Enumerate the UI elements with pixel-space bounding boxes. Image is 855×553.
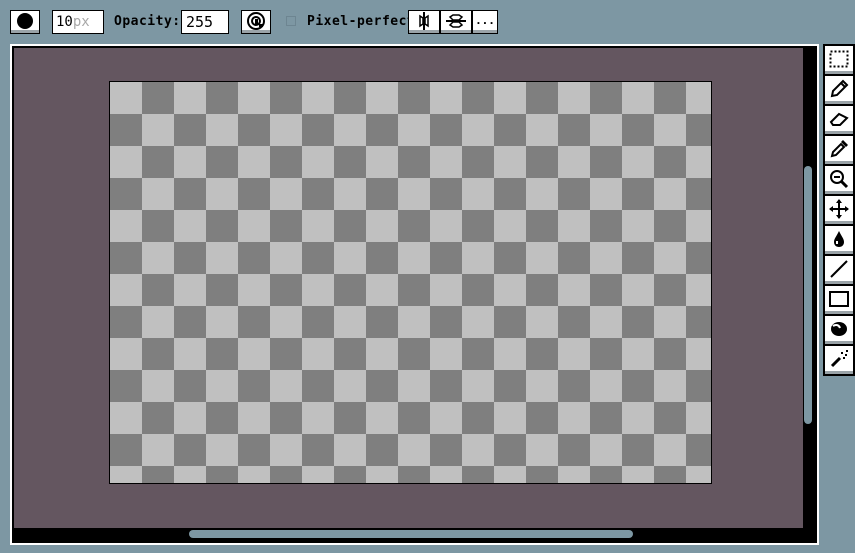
tool-line[interactable] (825, 256, 853, 284)
eraser-icon (829, 112, 849, 126)
line-icon (830, 259, 848, 278)
symmetry-horizontal-button[interactable] (440, 10, 472, 34)
circle-brush-icon (17, 12, 33, 29)
ink-icon (247, 11, 265, 30)
rectangle-icon (829, 290, 849, 307)
canvas-area[interactable] (14, 48, 804, 530)
zoom-icon (830, 169, 849, 188)
paint-bucket-icon (834, 230, 844, 247)
sprite-canvas[interactable] (109, 81, 712, 484)
more-label: ... (475, 14, 495, 27)
vertical-scroll-thumb[interactable] (804, 166, 812, 424)
brush-type-button[interactable] (10, 10, 40, 34)
tool-marquee[interactable] (825, 46, 853, 74)
move-icon (829, 198, 849, 219)
tool-ellipse[interactable] (825, 316, 853, 344)
pixel-perfect-label: Pixel-perfect (307, 14, 416, 29)
horizontal-scroll-thumb[interactable] (189, 530, 633, 538)
marquee-icon (829, 50, 849, 67)
tool-eyedropper[interactable] (825, 136, 853, 164)
vertical-scrollbar[interactable] (803, 48, 814, 530)
ellipse-icon (831, 321, 847, 336)
horizontal-scrollbar[interactable] (14, 528, 804, 540)
symmetry-vertical-button[interactable] (408, 10, 440, 34)
eyedropper-icon (830, 139, 848, 157)
brush-size-unit: px (72, 14, 90, 30)
tool-zoom[interactable] (825, 166, 853, 194)
opacity-label: Opacity: (114, 14, 181, 29)
tool-rectangle[interactable] (825, 286, 853, 314)
tool-move[interactable] (825, 196, 853, 224)
tool-eraser[interactable] (825, 106, 853, 134)
pencil-icon (830, 79, 849, 97)
brush-size-value: 10 (56, 14, 73, 30)
spray-icon (830, 349, 848, 367)
opacity-value: 255 (186, 13, 214, 31)
symmetry-horizontal-icon (446, 13, 466, 28)
ink-button[interactable] (241, 10, 271, 34)
opacity-field[interactable]: 255 (181, 10, 229, 34)
tool-paint-bucket[interactable] (825, 226, 853, 254)
editor-frame (10, 44, 819, 545)
brush-size-field[interactable]: 10 px (52, 10, 104, 34)
symmetry-vertical-icon (419, 11, 429, 30)
more-options-button[interactable]: ... (472, 10, 498, 34)
pixel-perfect-checkbox[interactable] (286, 16, 296, 26)
tools-palette (823, 44, 855, 376)
tool-spray[interactable] (825, 346, 853, 374)
tool-pencil[interactable] (825, 76, 853, 104)
